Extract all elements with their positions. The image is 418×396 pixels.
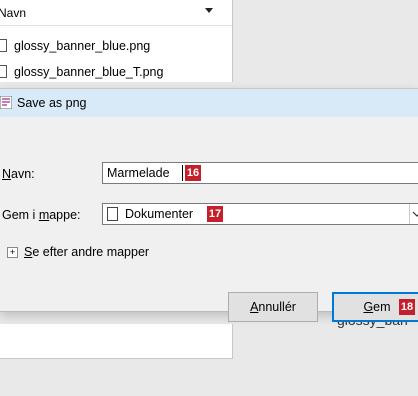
file-row[interactable]: glossy_banner_blue_T.png	[0, 62, 232, 82]
name-label-accelerator: N	[2, 167, 12, 181]
app-icon	[0, 96, 12, 109]
step-badge: 16	[185, 165, 201, 181]
dialog-body: Navn: Marmelade 16 Gem i mappe: Dokument…	[0, 117, 418, 322]
column-header-label: Navn	[0, 6, 27, 20]
file-name: glossy_banner_blue_T.png	[14, 65, 164, 79]
file-list-bottom	[0, 324, 233, 359]
browse-other-folders-link[interactable]: Se efter andre mapper	[24, 245, 149, 259]
document-icon	[107, 207, 118, 221]
text-caret	[182, 165, 183, 181]
cancel-text: nnullér	[258, 300, 296, 314]
sort-arrow-icon	[205, 8, 213, 13]
folder-select-value: Dokumenter	[125, 207, 194, 221]
save-button[interactable]: Gem 18	[332, 292, 418, 322]
cancel-button[interactable]: Annullér	[228, 292, 318, 322]
save-dialog: Save as png Navn: Marmelade 16 Gem i map…	[0, 88, 418, 322]
save-accelerator: G	[363, 300, 374, 314]
step-badge: 18	[399, 299, 415, 315]
folder-label-accelerator: m	[38, 208, 50, 222]
dialog-titlebar[interactable]: Save as png	[0, 89, 418, 117]
file-name: glossy_banner_blue.png	[14, 39, 151, 53]
folder-label: Gem i mappe:	[2, 208, 81, 222]
chevron-down-icon[interactable]	[409, 204, 418, 224]
name-label: Navn:	[2, 167, 35, 181]
save-text: em	[373, 300, 391, 314]
cancel-button-label: Annullér	[229, 300, 317, 314]
expand-icon[interactable]: +	[7, 247, 18, 258]
file-row[interactable]: glossy_banner_blue.png	[0, 36, 232, 56]
column-header[interactable]: Navn	[0, 0, 232, 26]
dialog-title: Save as png	[17, 96, 87, 110]
folder-label-text: Gem i	[2, 208, 39, 222]
file-list: Navn glossy_banner_blue.png glossy_banne…	[0, 0, 233, 82]
name-input[interactable]: Marmelade 16	[102, 162, 418, 184]
browse-other-text: e efter andre mapper	[32, 245, 150, 259]
name-label-text: avn:	[11, 167, 35, 181]
step-badge: 17	[207, 206, 223, 222]
file-icon	[0, 65, 7, 78]
file-icon	[0, 39, 7, 52]
folder-label-rest: appe:	[49, 208, 81, 222]
name-input-value: Marmelade	[107, 166, 170, 180]
folder-select[interactable]: Dokumenter 17	[102, 203, 418, 225]
